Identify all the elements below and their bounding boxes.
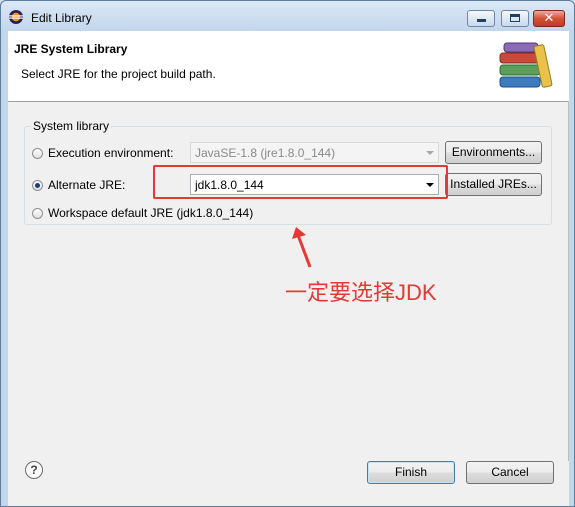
scroll-edge [568, 101, 569, 461]
execution-environment-combo[interactable]: JavaSE-1.8 (jre1.8.0_144) [190, 142, 439, 163]
edit-library-dialog: Edit Library ✕ JRE System Library Select… [0, 0, 575, 507]
workspace-default-label: Workspace default JRE (jdk1.8.0_144) [48, 206, 254, 220]
page-title: JRE System Library [14, 42, 128, 56]
chevron-down-icon [426, 151, 434, 155]
annotation-arrow-icon [292, 227, 312, 268]
finish-button[interactable]: Finish [367, 461, 455, 484]
page-description: Select JRE for the project build path. [21, 67, 216, 81]
group-title: System library [31, 119, 112, 133]
minimize-icon [477, 19, 486, 22]
maximize-button[interactable] [501, 10, 529, 27]
library-books-icon [499, 42, 553, 88]
annotation-text: 一定要选择JDK [285, 280, 437, 305]
close-button[interactable]: ✕ [533, 10, 565, 27]
annotation-highlight-box [153, 165, 448, 199]
cancel-button[interactable]: Cancel [466, 461, 554, 484]
help-question-icon[interactable]: ? [25, 461, 43, 479]
maximize-icon [510, 14, 520, 22]
close-icon: ✕ [543, 10, 555, 25]
workspace-default-radio[interactable] [32, 208, 43, 219]
dialog-client-area: JRE System Library Select JRE for the pr… [8, 31, 569, 506]
installed-jres-button[interactable]: Installed JREs... [445, 173, 542, 196]
alternate-jre-radio[interactable] [32, 180, 43, 191]
execution-environment-label: Execution environment: [48, 146, 174, 160]
environments-button[interactable]: Environments... [445, 141, 542, 164]
execution-environment-radio[interactable] [32, 148, 43, 159]
wizard-header: JRE System Library Select JRE for the pr… [8, 31, 569, 102]
minimize-button[interactable] [467, 10, 495, 27]
alternate-jre-label: Alternate JRE: [48, 178, 126, 192]
eclipse-icon [9, 10, 23, 24]
window-title: Edit Library [31, 11, 92, 25]
execution-environment-value: JavaSE-1.8 (jre1.8.0_144) [195, 146, 336, 160]
title-bar[interactable]: Edit Library ✕ [1, 1, 574, 31]
